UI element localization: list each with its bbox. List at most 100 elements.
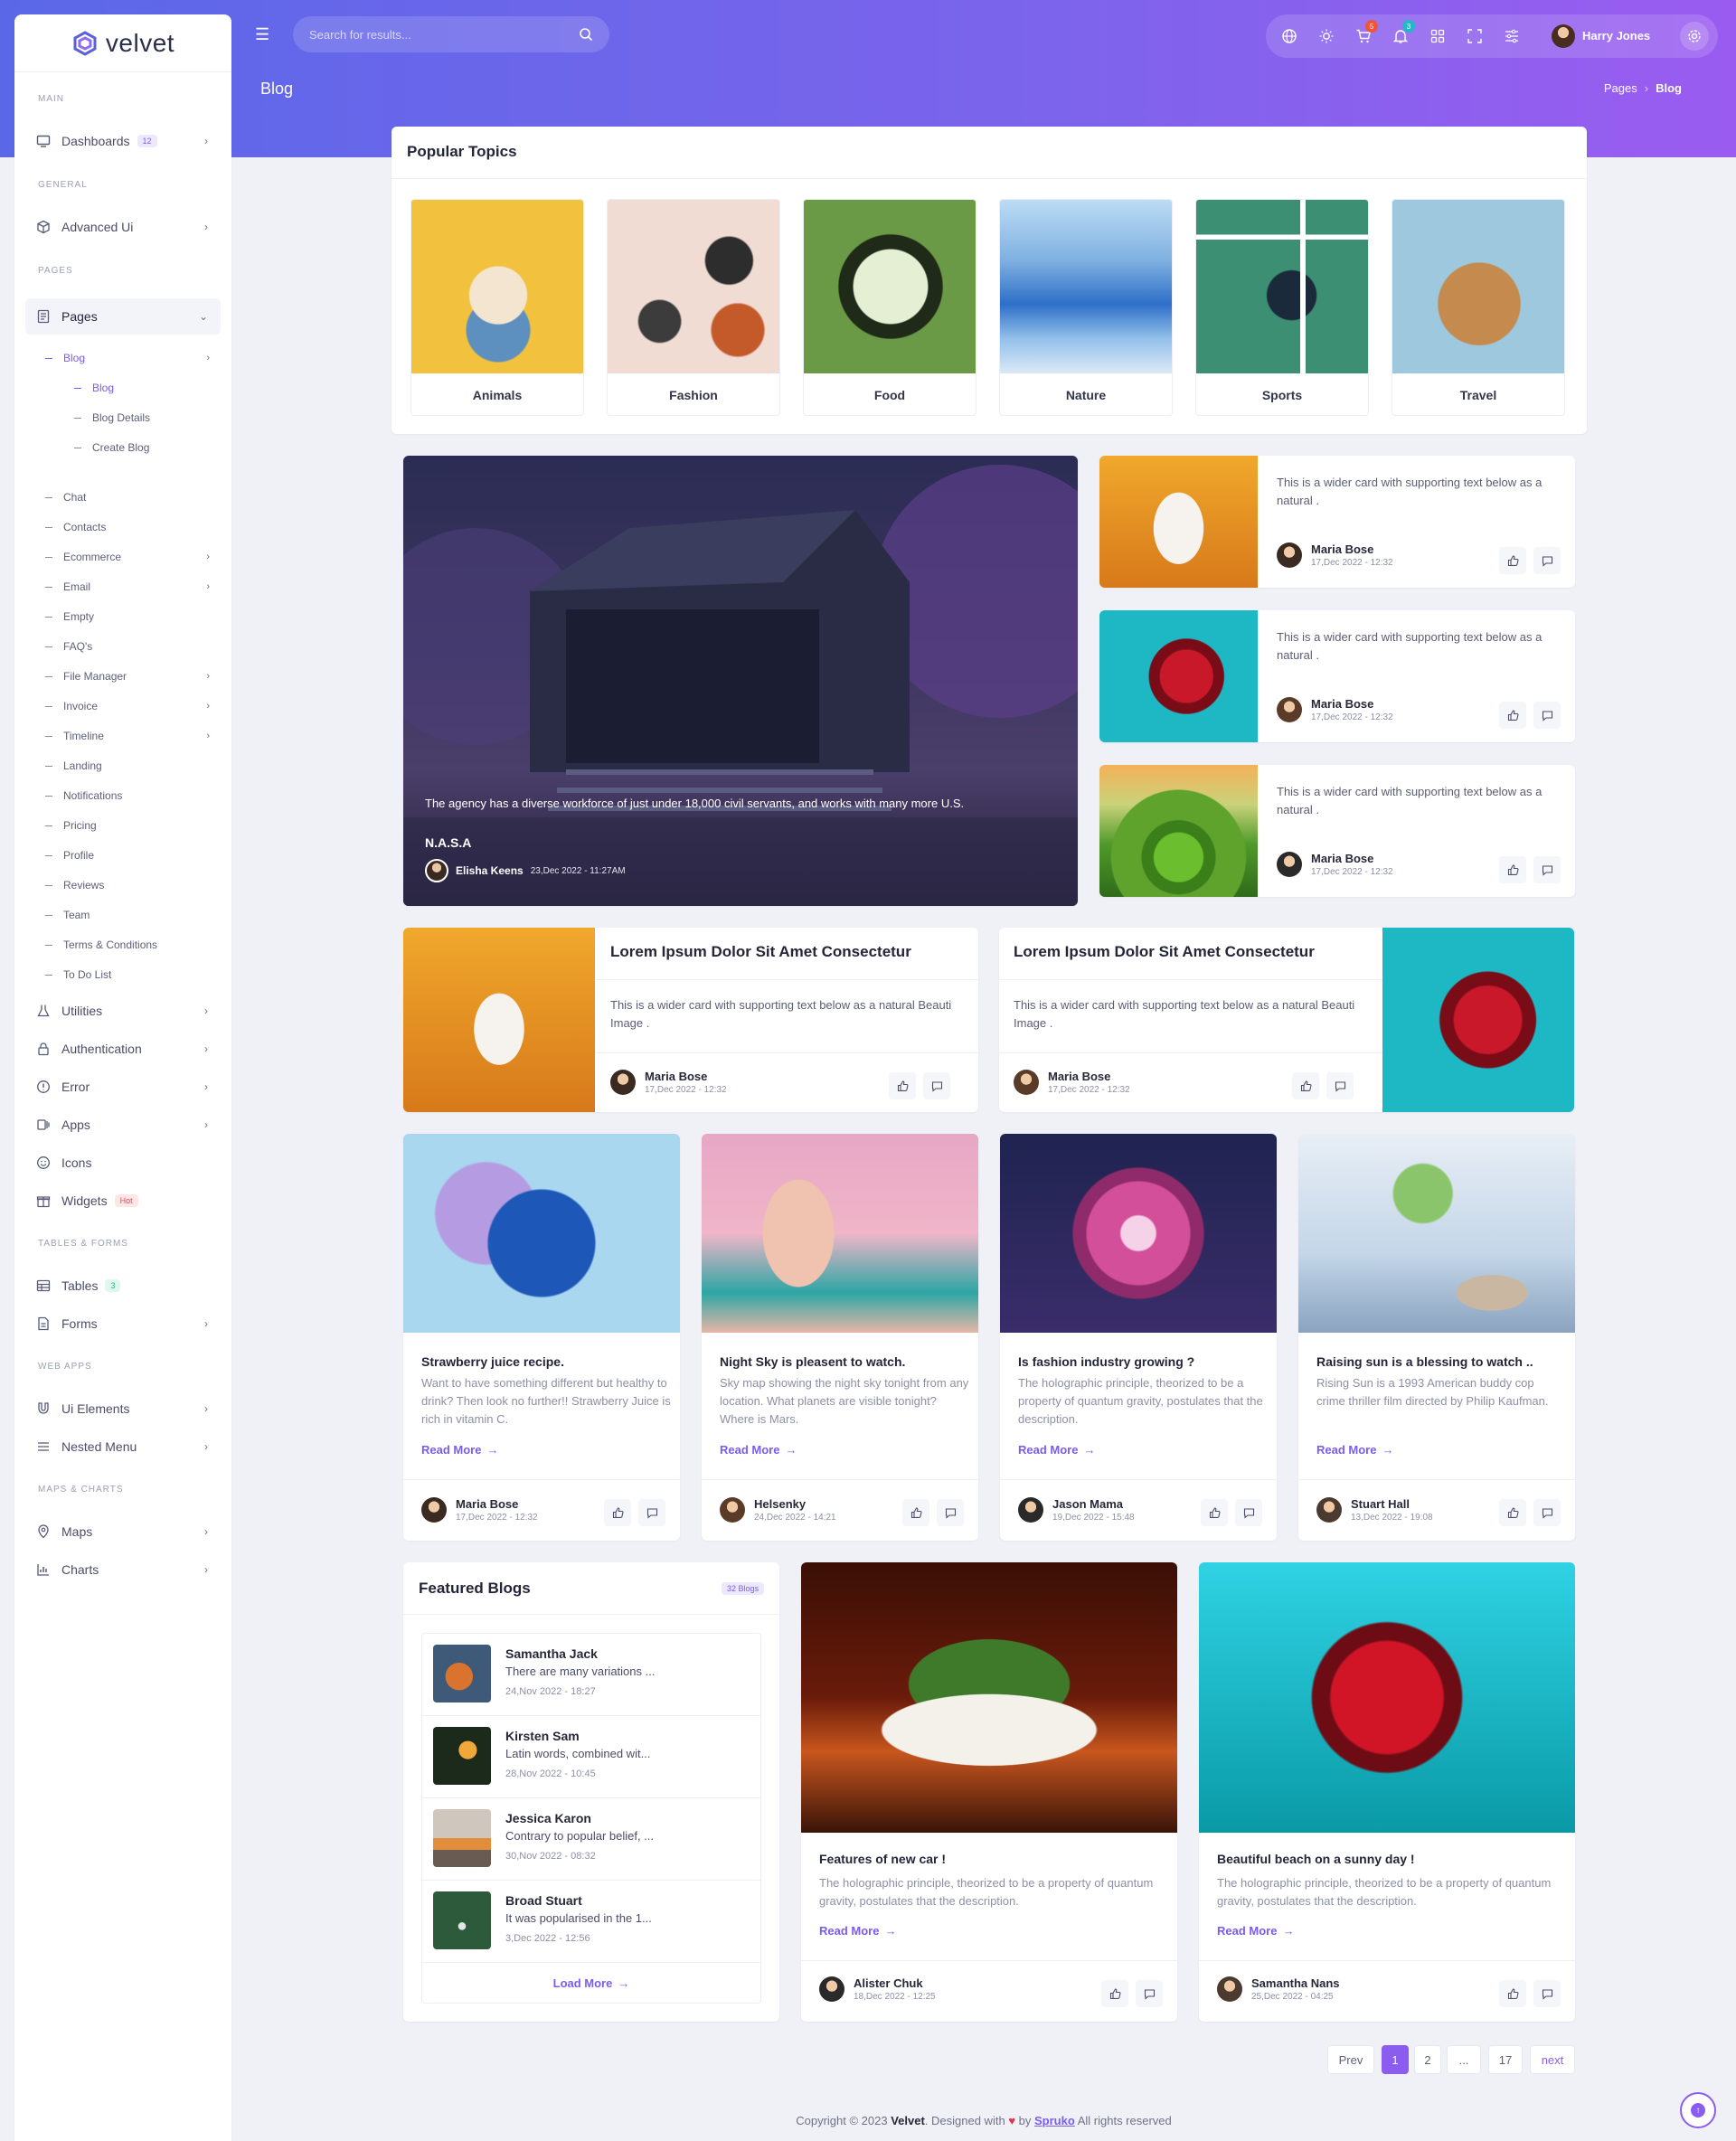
read-more-link[interactable]: Read More →	[1018, 1443, 1095, 1457]
hero-post-card[interactable]: The agency has a diverse workforce of ju…	[403, 456, 1078, 906]
sun-icon[interactable]	[1316, 25, 1337, 47]
sidebar-item-ui-elements[interactable]: Ui Elements ›	[25, 1391, 221, 1427]
sidebar-item-ecommerce[interactable]: Ecommerce ›	[45, 546, 222, 568]
sidebar-item-terms-conditions[interactable]: Terms & Conditions	[45, 934, 222, 956]
comment-button[interactable]	[937, 1499, 964, 1526]
pagination-page-2[interactable]: 2	[1414, 2045, 1441, 2074]
fullscreen-icon[interactable]	[1464, 25, 1486, 47]
like-button[interactable]	[902, 1499, 929, 1526]
topic-food[interactable]: Food	[803, 199, 976, 416]
sidebar-subitem-blog-details[interactable]: Blog Details	[74, 407, 222, 429]
comment-button[interactable]	[923, 1072, 950, 1099]
sidebar-item-tables[interactable]: Tables 3	[25, 1268, 221, 1304]
blog-post-card[interactable]: Is fashion industry growing ? The hologra…	[1000, 1134, 1277, 1541]
like-button[interactable]	[1499, 547, 1526, 574]
sidebar-item-notifications[interactable]: Notifications	[45, 785, 222, 806]
like-button[interactable]	[604, 1499, 631, 1526]
settings-gear-icon[interactable]	[1680, 22, 1709, 51]
sidebar-item-chat[interactable]: Chat	[45, 486, 222, 508]
sidebar-item-nested-menu[interactable]: Nested Menu ›	[25, 1429, 221, 1465]
blog-post-card[interactable]: Night Sky is pleasent to watch. Sky map s…	[702, 1134, 978, 1541]
scroll-to-top-button[interactable]: ↑	[1680, 2092, 1716, 2128]
pagination-prev[interactable]: Prev	[1327, 2045, 1374, 2074]
read-more-link[interactable]: Read More →	[819, 1924, 896, 1938]
load-more-button[interactable]: Load More →	[422, 1963, 760, 2004]
sidebar-item-apps[interactable]: Apps ›	[25, 1107, 221, 1143]
wide-post-card[interactable]: Lorem Ipsum Dolor Sit Amet Consectetur Th…	[403, 928, 978, 1112]
sidebar-item-widgets[interactable]: Widgets Hot	[25, 1183, 221, 1219]
featured-blog-item[interactable]: Kirsten Sam Latin words, combined wit... 2…	[422, 1716, 760, 1798]
read-more-link[interactable]: Read More →	[720, 1443, 797, 1457]
hero-title[interactable]: N.A.S.A	[425, 835, 471, 850]
pagination-ellipsis[interactable]: ...	[1447, 2045, 1481, 2074]
side-post-card[interactable]: This is a wider card with supporting tex…	[1099, 456, 1575, 588]
search-input[interactable]	[309, 27, 579, 42]
search-icon[interactable]	[579, 27, 593, 42]
featured-post-card[interactable]: Beautiful beach on a sunny day ! The holo…	[1199, 1562, 1575, 2022]
post-title[interactable]: Strawberry juice recipe.	[421, 1354, 665, 1369]
sidebar-subitem-blog[interactable]: Blog	[74, 377, 222, 399]
like-button[interactable]	[1101, 1980, 1128, 2007]
read-more-link[interactable]: Read More →	[421, 1443, 498, 1457]
bell-icon[interactable]: 3	[1390, 20, 1415, 47]
logo[interactable]: velvet	[14, 14, 231, 72]
sidebar-subitem-create-blog[interactable]: Create Blog	[74, 437, 222, 458]
sidebar-item-file-manager[interactable]: File Manager ›	[45, 665, 222, 687]
featured-blog-item[interactable]: Samantha Jack There are many variations .…	[422, 1634, 760, 1716]
pagination-page-1[interactable]: 1	[1382, 2045, 1409, 2074]
sliders-icon[interactable]	[1501, 25, 1523, 47]
post-title[interactable]: Beautiful beach on a sunny day !	[1217, 1852, 1561, 1866]
user-name[interactable]: Harry Jones	[1582, 29, 1650, 42]
topic-sports[interactable]: Sports	[1195, 199, 1369, 416]
post-title[interactable]: Night Sky is pleasent to watch.	[720, 1354, 964, 1369]
menu-toggle-icon[interactable]: ☰	[255, 25, 269, 44]
comment-button[interactable]	[1533, 856, 1561, 883]
side-post-card[interactable]: This is a wider card with supporting tex…	[1099, 765, 1575, 897]
topic-fashion[interactable]: Fashion	[607, 199, 780, 416]
comment-button[interactable]	[1326, 1072, 1354, 1099]
comment-button[interactable]	[1533, 1980, 1561, 2007]
sidebar-item-blog[interactable]: Blog ›	[45, 347, 222, 369]
post-title[interactable]: Raising sun is a blessing to watch ..	[1316, 1354, 1561, 1369]
sidebar-item-advanced-ui[interactable]: Advanced Ui ›	[25, 209, 221, 245]
topic-nature[interactable]: Nature	[999, 199, 1173, 416]
featured-blog-item[interactable]: Broad Stuart It was popularised in the 1.…	[422, 1881, 760, 1963]
sidebar-item-faq-s[interactable]: FAQ's	[45, 636, 222, 657]
globe-icon[interactable]	[1278, 25, 1300, 47]
like-button[interactable]	[1201, 1499, 1228, 1526]
sidebar-item-reviews[interactable]: Reviews	[45, 874, 222, 896]
comment-button[interactable]	[1235, 1499, 1262, 1526]
sidebar-item-charts[interactable]: Charts ›	[25, 1552, 221, 1588]
comment-button[interactable]	[1533, 1499, 1561, 1526]
sidebar-item-maps[interactable]: Maps ›	[25, 1514, 221, 1550]
apps-grid-icon[interactable]	[1427, 25, 1448, 47]
like-button[interactable]	[1499, 1980, 1526, 2007]
comment-button[interactable]	[638, 1499, 665, 1526]
side-post-card[interactable]: This is a wider card with supporting tex…	[1099, 610, 1575, 742]
featured-post-card[interactable]: Features of new car ! The holographic pri…	[801, 1562, 1177, 2022]
pagination-next[interactable]: next	[1530, 2045, 1575, 2074]
sidebar-item-landing[interactable]: Landing	[45, 755, 222, 777]
topic-travel[interactable]: Travel	[1392, 199, 1565, 416]
sidebar-item-profile[interactable]: Profile	[45, 844, 222, 866]
sidebar-item-forms[interactable]: Forms ›	[25, 1306, 221, 1342]
blog-post-card[interactable]: Raising sun is a blessing to watch .. Ris…	[1298, 1134, 1575, 1541]
sidebar-item-icons[interactable]: Icons	[25, 1145, 221, 1181]
sidebar-item-timeline[interactable]: Timeline ›	[45, 725, 222, 747]
post-title[interactable]: Features of new car !	[819, 1852, 1163, 1866]
comment-button[interactable]	[1533, 547, 1561, 574]
sidebar-item-error[interactable]: Error ›	[25, 1069, 221, 1105]
sidebar-item-pricing[interactable]: Pricing	[45, 815, 222, 836]
sidebar-item-contacts[interactable]: Contacts	[45, 516, 222, 538]
breadcrumb-pages[interactable]: Pages	[1604, 81, 1637, 95]
pagination-page-17[interactable]: 17	[1488, 2045, 1523, 2074]
post-title[interactable]: Is fashion industry growing ?	[1018, 1354, 1262, 1369]
sidebar-item-team[interactable]: Team	[45, 904, 222, 926]
comment-button[interactable]	[1533, 702, 1561, 729]
featured-blog-item[interactable]: Jessica Karon Contrary to popular belief,…	[422, 1798, 760, 1881]
user-avatar[interactable]	[1552, 24, 1575, 48]
sidebar-item-email[interactable]: Email ›	[45, 576, 222, 598]
sidebar-item-dashboards[interactable]: Dashboards 12 ›	[25, 123, 221, 159]
sidebar-item-pages[interactable]: Pages ⌄	[25, 298, 221, 335]
like-button[interactable]	[889, 1072, 916, 1099]
